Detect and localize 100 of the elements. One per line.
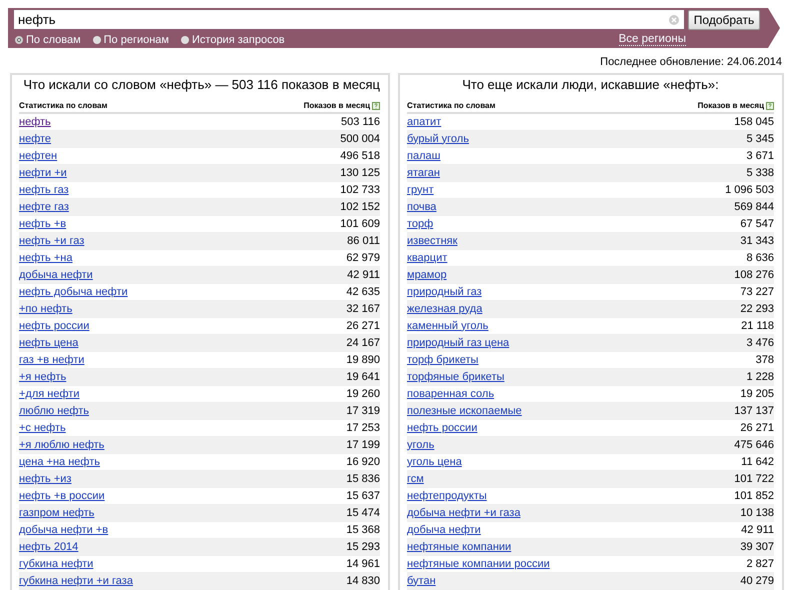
keyword-link[interactable]: нефтен: [19, 150, 58, 162]
mode-option[interactable]: По регионам: [92, 34, 169, 46]
impressions-count: 158 045: [734, 116, 774, 128]
keyword-link[interactable]: добыча нефти: [407, 524, 481, 536]
regions-link[interactable]: Все регионы: [618, 34, 686, 46]
search-field[interactable]: нефть: [14, 10, 684, 29]
keyword-link[interactable]: +я нефть: [19, 370, 66, 384]
keyword-link[interactable]: губкина нефти: [19, 558, 94, 570]
help-icon[interactable]: [372, 102, 380, 110]
keyword-link[interactable]: полезные ископаемые: [407, 404, 522, 418]
impressions-count: 102 733: [340, 184, 380, 196]
keyword-link[interactable]: природный газ цена: [407, 336, 510, 350]
keyword-link[interactable]: нефть: [19, 116, 51, 128]
keyword-link[interactable]: грунт: [407, 184, 434, 196]
keyword-link[interactable]: нефть +в: [19, 218, 66, 230]
impressions-count: 40 279: [740, 574, 774, 588]
keyword-link[interactable]: нефть газ: [19, 184, 69, 196]
keyword-link[interactable]: известняк: [407, 234, 458, 248]
impressions-count: 5 338: [746, 166, 774, 180]
impressions-count: 130 125: [340, 166, 380, 180]
last-update-text: Последнее обновление: 24.06.2014: [600, 56, 782, 68]
keyword-link[interactable]: губкина нефти +и газа: [19, 574, 133, 588]
keyword-link[interactable]: люблю нефть: [19, 404, 89, 418]
keyword-link[interactable]: поваренная соль: [407, 388, 494, 400]
impressions-count: 500 004: [340, 132, 380, 146]
impressions-count: 5 345: [746, 132, 774, 146]
keyword-link[interactable]: нефти +и: [19, 166, 67, 180]
keyword-link[interactable]: газпром нефть: [19, 506, 94, 520]
keyword-link[interactable]: уголь цена: [407, 456, 462, 468]
impressions-count: 569 844: [734, 200, 774, 214]
help-icon[interactable]: [766, 102, 774, 110]
keyword-link[interactable]: газ +в нефти: [19, 354, 84, 366]
keyword-link[interactable]: нефть цена: [19, 336, 78, 350]
impressions-count: 32 167: [346, 302, 380, 316]
keyword-link[interactable]: +я люблю нефть: [19, 438, 104, 452]
impressions-count: 26 271: [740, 422, 774, 434]
impressions-count: 15 293: [346, 540, 380, 554]
impressions-count: 17 253: [346, 422, 380, 434]
keyword-link[interactable]: торф брикеты: [407, 354, 478, 366]
keyword-link[interactable]: нефть 2014: [19, 540, 78, 554]
impressions-count: 496 518: [340, 150, 380, 162]
keyword-link[interactable]: нефтяные компании: [407, 540, 512, 554]
mode-option[interactable]: История запросов: [181, 34, 285, 46]
keyword-link[interactable]: нефте: [19, 132, 52, 146]
keyword-link[interactable]: кварцит: [407, 252, 448, 264]
keyword-link[interactable]: каменный уголь: [407, 320, 488, 332]
keyword-link[interactable]: апатит: [407, 116, 442, 128]
keyword-link[interactable]: мрамор: [407, 268, 447, 282]
keyword-link[interactable]: нефтепродукты: [407, 490, 487, 502]
keyword-link[interactable]: нефте газ: [19, 200, 69, 214]
keyword-link[interactable]: уголь: [407, 438, 434, 452]
impressions-count: 15 637: [346, 490, 380, 502]
mode-option[interactable]: По словам: [15, 34, 81, 46]
keyword-link[interactable]: +с нефть: [19, 422, 66, 434]
impressions-count: 24 167: [346, 336, 380, 350]
keyword-link[interactable]: ятаган: [407, 166, 440, 180]
keyword-link[interactable]: цена +на нефть: [19, 456, 100, 468]
keyword-link[interactable]: бутан: [407, 574, 436, 588]
keyword-link[interactable]: нефть +и газ: [19, 234, 84, 248]
keyword-link[interactable]: нефть +на: [19, 252, 72, 264]
impressions-count: 42 635: [346, 286, 380, 298]
keyword-link[interactable]: нефть +из: [19, 472, 72, 486]
keyword-link[interactable]: нефть добыча нефти: [19, 286, 128, 298]
impressions-count: 19 641: [346, 370, 380, 384]
impressions-count: 1 096 503: [725, 184, 774, 196]
keyword-link[interactable]: торф: [407, 218, 434, 230]
impressions-count: 3 671: [746, 150, 774, 162]
keyword-link[interactable]: нефть +в россии: [19, 490, 105, 502]
column-header: Показов в месяц: [304, 101, 370, 110]
impressions-count: 62 979: [346, 252, 380, 264]
keyword-link[interactable]: +для нефти: [19, 388, 80, 400]
keyword-link[interactable]: природный газ: [407, 286, 482, 298]
impressions-count: 21 118: [741, 320, 774, 332]
keyword-link[interactable]: бурый уголь: [407, 132, 469, 146]
impressions-count: 101 609: [340, 218, 380, 230]
keyword-link[interactable]: +по нефть: [19, 302, 72, 316]
search-button[interactable]: Подобрать: [688, 10, 760, 30]
keyword-link[interactable]: нефть россии: [407, 422, 478, 434]
impressions-count: 137 137: [734, 404, 774, 418]
keyword-link[interactable]: торфяные брикеты: [407, 370, 504, 384]
column-header: Статистика по словам: [19, 101, 108, 110]
impressions-count: 102 152: [340, 200, 380, 214]
keyword-link[interactable]: железная руда: [407, 302, 482, 316]
impressions-count: 378: [756, 354, 774, 366]
keyword-link[interactable]: добыча нефти: [19, 268, 93, 282]
keyword-link[interactable]: добыча нефти +и газа: [407, 506, 520, 520]
impressions-count: 2 827: [746, 558, 774, 570]
keyword-link[interactable]: почва: [407, 200, 436, 214]
keyword-link[interactable]: нефтяные компании россии: [407, 558, 550, 570]
impressions-count: 11 642: [741, 456, 774, 468]
impressions-count: 73 227: [740, 286, 774, 298]
keyword-link[interactable]: добыча нефти +в: [19, 524, 108, 536]
impressions-count: 14 961: [346, 558, 380, 570]
keyword-link[interactable]: палаш: [407, 150, 440, 162]
keyword-link[interactable]: гсм: [407, 472, 424, 486]
impressions-count: 1 228: [746, 370, 774, 384]
impressions-count: 17 199: [346, 438, 380, 452]
impressions-count: 19 260: [346, 388, 380, 400]
impressions-count: 101 852: [734, 490, 774, 502]
keyword-link[interactable]: нефть россии: [19, 320, 90, 332]
